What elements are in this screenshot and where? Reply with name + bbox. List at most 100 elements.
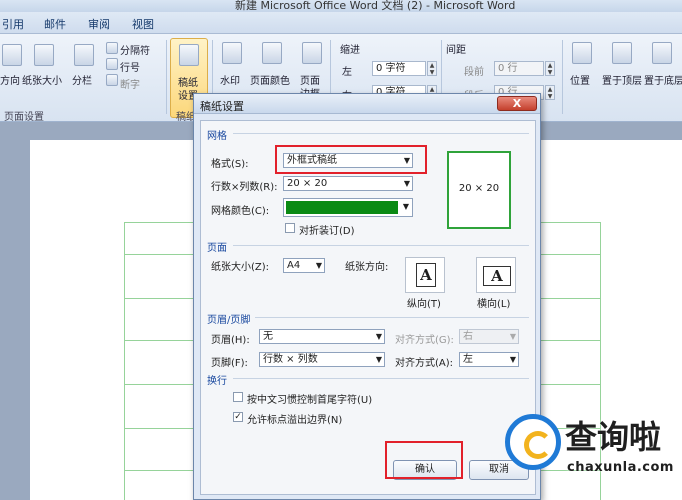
section-divider bbox=[233, 378, 529, 379]
ribbon-tabs: 引用 邮件 审阅 视图 bbox=[0, 12, 682, 34]
style-label: 格式(S): bbox=[211, 159, 249, 170]
preview-text: 20 × 20 bbox=[458, 183, 500, 194]
chinese-rule-checkbox[interactable] bbox=[233, 392, 243, 402]
landscape-icon: A bbox=[483, 266, 511, 286]
style-highlight-box bbox=[275, 145, 427, 174]
title-bar: 新建 Microsoft Office Word 文档 (2) - Micros… bbox=[0, 0, 682, 12]
section-divider bbox=[233, 133, 529, 134]
punct-overflow-label: 允许标点溢出边界(N) bbox=[247, 415, 343, 426]
chinese-rule-label: 按中文习惯控制首尾字符(U) bbox=[247, 395, 373, 406]
chevron-down-icon: ▼ bbox=[509, 355, 516, 364]
site-watermark: 查询啦 chaxunla.com bbox=[495, 400, 682, 500]
rows-cols-select[interactable]: 20 × 20 ▼ bbox=[283, 176, 413, 191]
footer-align-label: 对齐方式(A): bbox=[395, 358, 454, 369]
portrait-label: 纵向(T) bbox=[407, 299, 441, 310]
tab-view[interactable]: 视图 bbox=[132, 16, 154, 32]
grid-preview: 20 × 20 bbox=[447, 151, 511, 229]
spacing-before-label: 段前 bbox=[464, 67, 484, 78]
chevron-down-icon: ▼ bbox=[375, 332, 382, 341]
section-divider bbox=[233, 245, 529, 246]
page-color-icon[interactable] bbox=[262, 42, 282, 64]
rows-cols-value: 20 × 20 bbox=[287, 178, 328, 189]
header-select[interactable]: 无 ▼ bbox=[259, 329, 385, 344]
watermark-text: 查询啦 bbox=[565, 418, 662, 456]
footer-align-select[interactable]: 左 ▼ bbox=[459, 352, 519, 367]
search-logo-icon bbox=[505, 414, 561, 470]
header-label: 页眉(H): bbox=[211, 335, 250, 346]
manuscript-settings-dialog: 稿纸设置 X 网格 格式(S): 外框式稿纸 ▼ 行数×列数(R): 20 × … bbox=[193, 93, 541, 500]
close-icon[interactable]: X bbox=[497, 96, 537, 111]
columns-icon[interactable] bbox=[74, 44, 94, 66]
orientation-button[interactable]: 方向 bbox=[0, 72, 20, 87]
breaks-icon[interactable] bbox=[106, 42, 118, 54]
paper-size-label: 纸张大小(Z): bbox=[211, 262, 270, 273]
header-align-value: 右 bbox=[463, 331, 473, 342]
columns-button[interactable]: 分栏 bbox=[72, 72, 92, 87]
grid-color-picker[interactable]: ▼ bbox=[283, 198, 413, 217]
grid-color-label: 网格颜色(C): bbox=[211, 206, 270, 217]
watermark-url: chaxunla.com bbox=[567, 460, 674, 475]
page-section-title: 页面 bbox=[207, 243, 227, 254]
manuscript-icon bbox=[179, 44, 199, 66]
position-icon[interactable] bbox=[572, 42, 592, 64]
line-numbers-icon[interactable] bbox=[106, 58, 118, 70]
bring-front-icon[interactable] bbox=[612, 42, 632, 64]
grid-line bbox=[124, 222, 125, 500]
portrait-icon: A bbox=[416, 263, 436, 287]
paper-size-value: A4 bbox=[287, 260, 301, 271]
paper-size-select[interactable]: A4 ▼ bbox=[283, 258, 325, 273]
indent-left-field[interactable]: 0 字符 bbox=[372, 61, 426, 76]
rows-cols-label: 行数×列数(R): bbox=[211, 182, 278, 193]
dialog-title-bar[interactable]: 稿纸设置 X bbox=[194, 94, 540, 114]
watermark-icon[interactable] bbox=[222, 42, 242, 64]
send-back-icon[interactable] bbox=[652, 42, 672, 64]
spacing-before-field[interactable]: 0 行 bbox=[494, 61, 544, 76]
line-numbers-button[interactable]: 行号 bbox=[120, 59, 140, 74]
page-color-button[interactable]: 页面颜色 bbox=[250, 72, 290, 87]
fold-label: 对折装订(D) bbox=[299, 226, 355, 237]
send-back-button[interactable]: 置于底层 bbox=[644, 72, 682, 87]
color-swatch bbox=[286, 201, 398, 214]
ok-highlight-box bbox=[385, 441, 463, 479]
header-footer-section-title: 页眉/页脚 bbox=[207, 315, 251, 326]
watermark-button[interactable]: 水印 bbox=[220, 72, 240, 87]
fold-checkbox[interactable] bbox=[285, 223, 295, 233]
spacing-title: 间距 bbox=[446, 45, 466, 56]
landscape-option[interactable]: A bbox=[476, 257, 516, 293]
hyphenation-button[interactable]: 断字 bbox=[120, 76, 140, 91]
spacing-after-spinner[interactable]: ▲ ▼ bbox=[545, 85, 555, 100]
breaks-button[interactable]: 分隔符 bbox=[120, 42, 150, 57]
indent-left-spinner[interactable]: ▲ ▼ bbox=[427, 61, 437, 76]
portrait-option[interactable]: A bbox=[405, 257, 445, 293]
orientation-icon[interactable] bbox=[2, 44, 22, 66]
grid-section-title: 网格 bbox=[207, 131, 227, 142]
position-button[interactable]: 位置 bbox=[570, 72, 590, 87]
bring-front-button[interactable]: 置于顶层 bbox=[602, 72, 642, 87]
footer-label: 页脚(F): bbox=[211, 358, 248, 369]
section-divider bbox=[255, 317, 529, 318]
dialog-title: 稿纸设置 bbox=[200, 100, 244, 113]
window-title: 新建 Microsoft Office Word 文档 (2) - Micros… bbox=[235, 0, 516, 12]
chevron-down-icon: ▼ bbox=[402, 202, 409, 211]
punct-overflow-checkbox[interactable]: ✓ bbox=[233, 412, 243, 422]
spacing-before-spinner[interactable]: ▲ ▼ bbox=[545, 61, 555, 76]
tab-references[interactable]: 引用 bbox=[2, 16, 24, 32]
header-value: 无 bbox=[263, 331, 273, 342]
paper-size-icon[interactable] bbox=[34, 44, 54, 66]
hyphenation-icon[interactable] bbox=[106, 74, 118, 86]
page-border-icon[interactable] bbox=[302, 42, 322, 64]
header-align-select[interactable]: 右 ▼ bbox=[459, 329, 519, 344]
tab-mailings[interactable]: 邮件 bbox=[44, 16, 66, 32]
footer-align-value: 左 bbox=[463, 354, 473, 365]
chevron-down-icon: ▼ bbox=[315, 261, 322, 270]
chevron-down-icon: ▼ bbox=[403, 179, 410, 188]
landscape-label: 横向(L) bbox=[477, 299, 511, 310]
indent-title: 缩进 bbox=[340, 45, 360, 56]
footer-select[interactable]: 行数 × 列数 ▼ bbox=[259, 352, 385, 367]
group-divider bbox=[166, 40, 167, 114]
paper-size-button[interactable]: 纸张大小 bbox=[22, 72, 62, 87]
dialog-body: 网格 格式(S): 外框式稿纸 ▼ 行数×列数(R): 20 × 20 ▼ 网格… bbox=[200, 120, 536, 495]
chevron-down-icon: ▼ bbox=[509, 332, 516, 341]
tab-review[interactable]: 审阅 bbox=[88, 16, 110, 32]
footer-value: 行数 × 列数 bbox=[263, 354, 318, 365]
